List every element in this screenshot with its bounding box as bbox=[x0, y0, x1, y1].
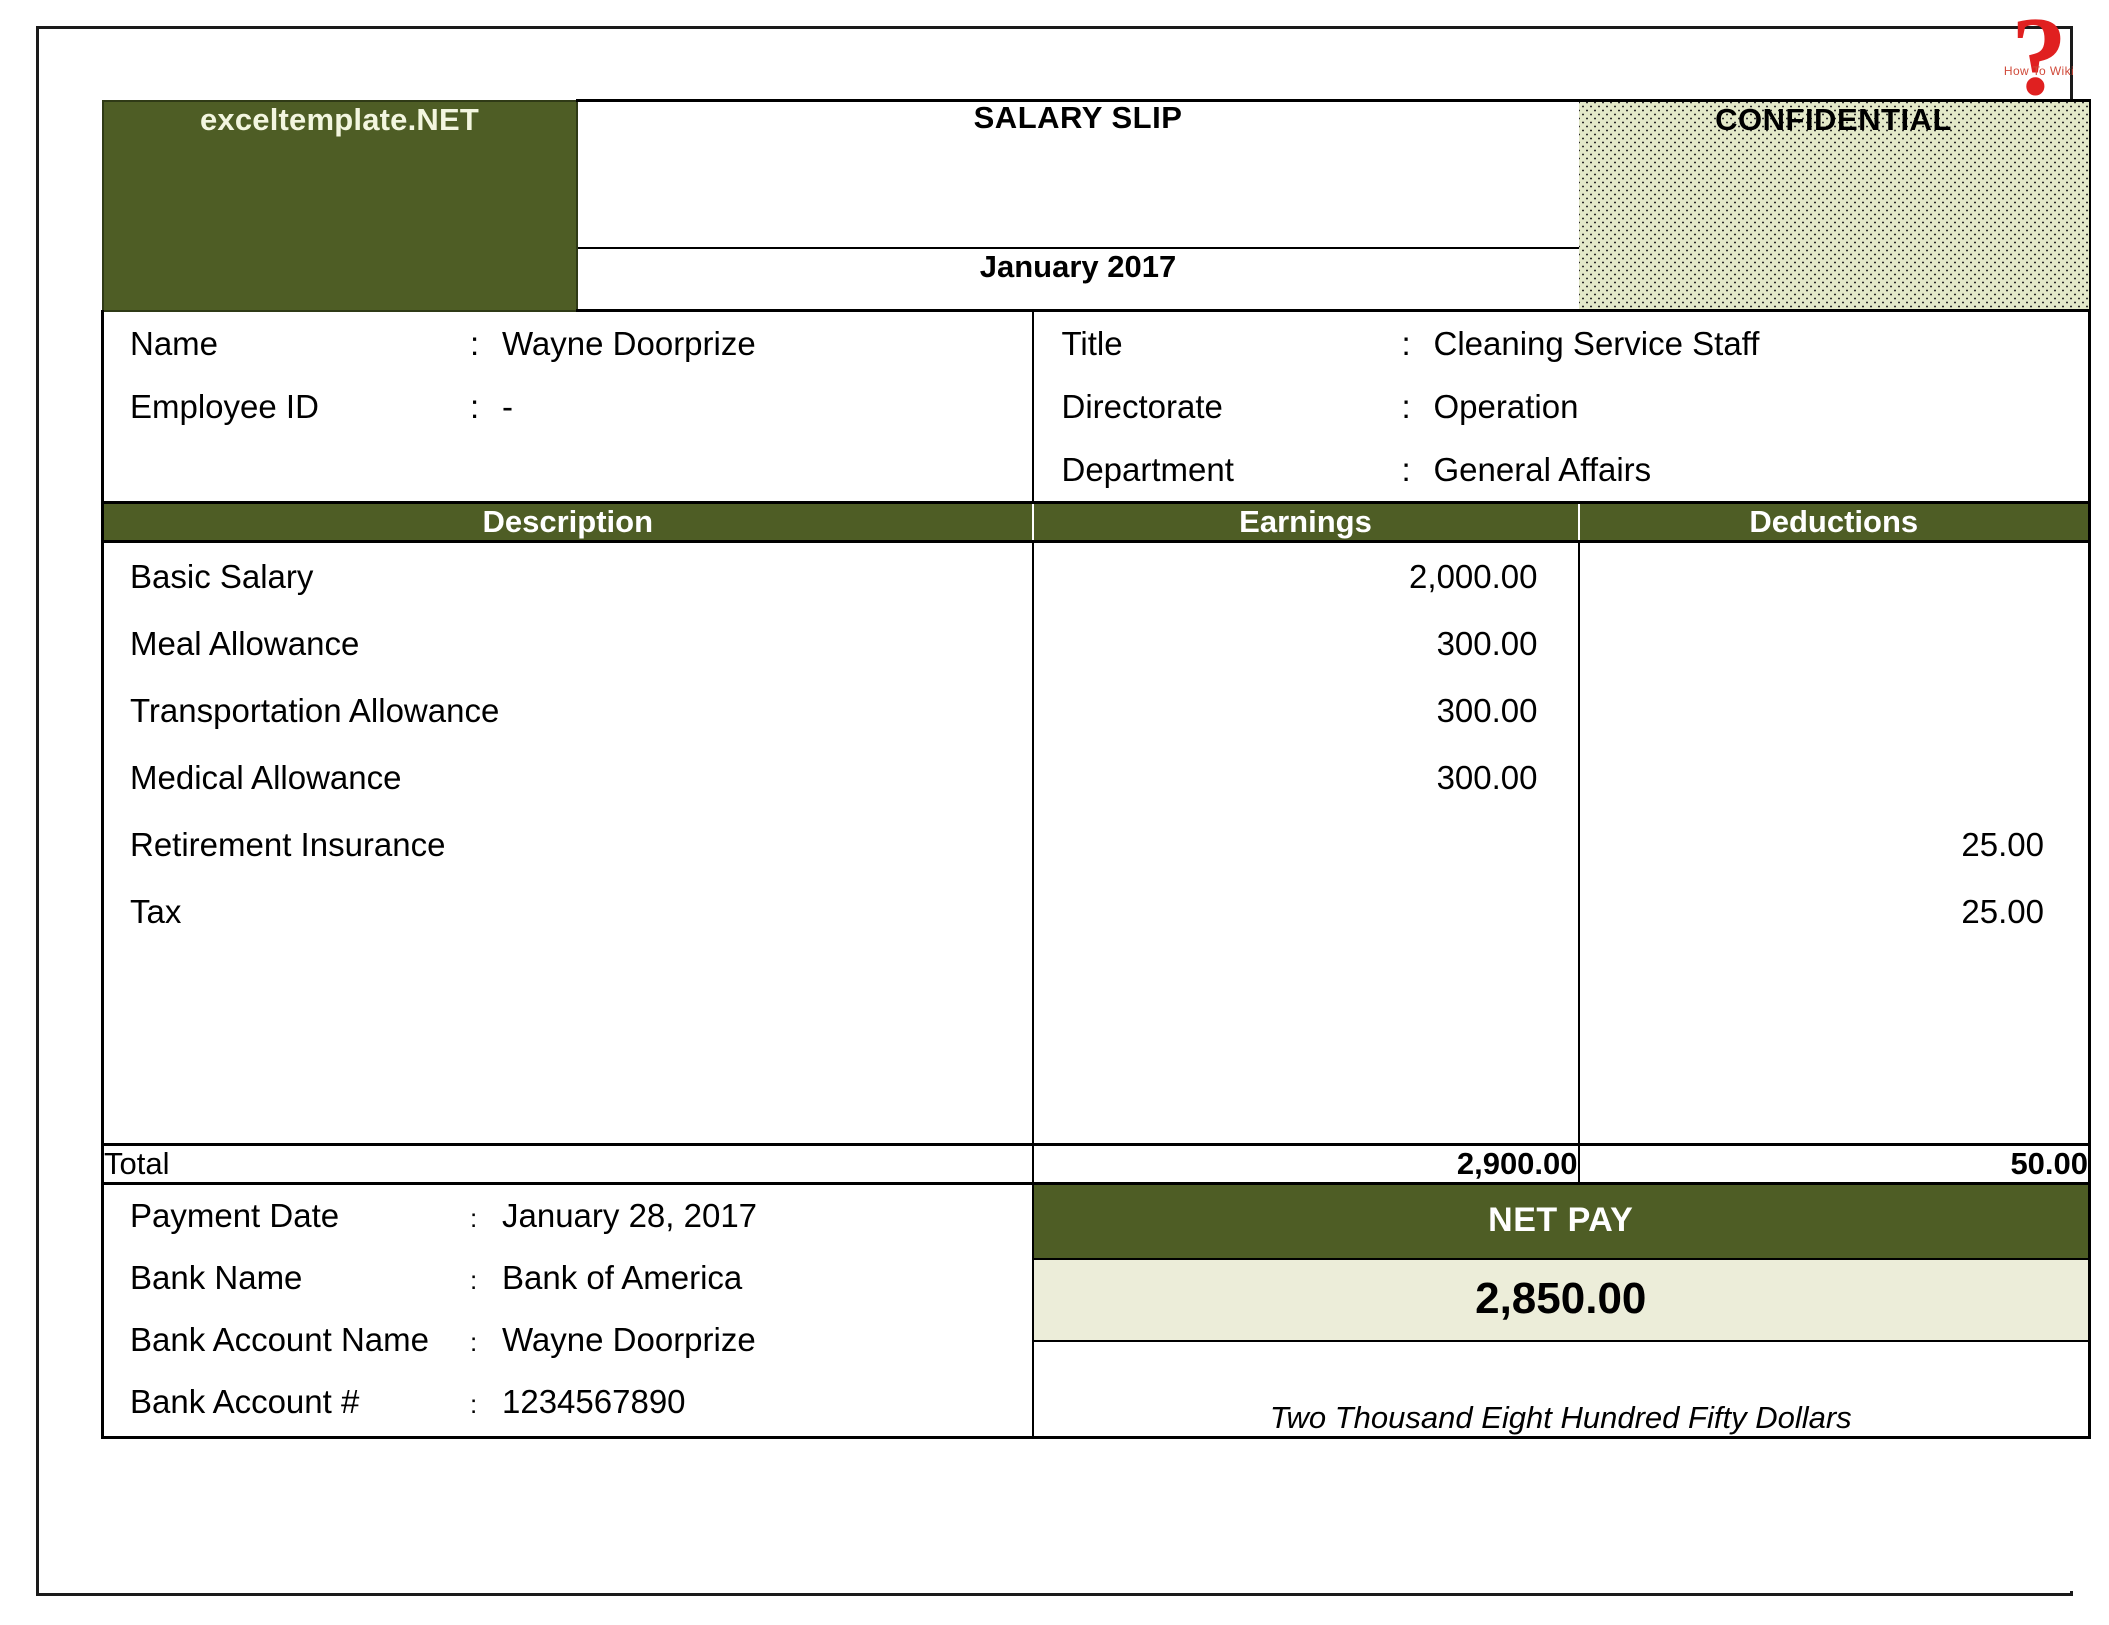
document-page-frame: exceltemplate.NET SALARY SLIP CONFIDENTI… bbox=[36, 26, 2092, 1596]
info-colon: : bbox=[1401, 388, 1411, 426]
info-label: Directorate bbox=[1061, 388, 1223, 426]
net-pay-title: NET PAY bbox=[1033, 1185, 2089, 1259]
info-value-title: Cleaning Service Staff bbox=[1433, 325, 1760, 362]
info-colon: : bbox=[1401, 325, 1411, 362]
column-header-earnings: Earnings bbox=[1032, 502, 1580, 544]
column-header-description: Description bbox=[101, 502, 1034, 544]
info-label: Title bbox=[1061, 325, 1123, 362]
info-value-department: General Affairs bbox=[1433, 451, 1652, 489]
table-cell-earnings bbox=[1034, 811, 1578, 878]
footer-row: Payment Date : January 28, 2017 Bank Nam… bbox=[101, 1183, 2092, 1440]
info-colon: : bbox=[470, 325, 480, 362]
table-row: Meal Allowance bbox=[130, 625, 360, 663]
confidential-badge: CONFIDENTIAL bbox=[1578, 99, 2091, 312]
payment-label: Bank Account Name bbox=[130, 1321, 429, 1359]
employee-info-row: Name : Wayne Doorprize Employee ID : - T… bbox=[101, 310, 2092, 505]
net-pay-section: NET PAY 2,850.00 Two Thousand Eight Hund… bbox=[1032, 1183, 2092, 1440]
table-row: Tax bbox=[130, 893, 182, 931]
payment-row-date: Payment Date : January 28, 2017 bbox=[104, 1185, 1032, 1247]
payment-colon: : bbox=[470, 1203, 478, 1234]
net-pay-amount-in-words: Two Thousand Eight Hundred Fifty Dollars bbox=[1269, 1400, 1852, 1436]
payment-value-account-number: 1234567890 bbox=[502, 1383, 686, 1421]
info-value-directorate: Operation bbox=[1433, 388, 1579, 426]
line-items-earnings-column: 2,000.00 300.00 300.00 300.00 bbox=[1032, 541, 1580, 1145]
employee-info-right: Title : Cleaning Service Staff Directora… bbox=[1032, 310, 2092, 505]
info-colon: : bbox=[1401, 451, 1411, 489]
payment-value-account-name: Wayne Doorprize bbox=[502, 1321, 756, 1359]
info-value-employee-id: - bbox=[502, 388, 513, 426]
info-row-employee-id: Employee ID : - bbox=[104, 375, 1032, 438]
table-cell-deductions bbox=[1580, 610, 2089, 677]
table-cell-earnings: 300.00 bbox=[1436, 692, 1538, 730]
line-items-deductions-column: 25.00 25.00 bbox=[1578, 541, 2092, 1145]
info-label: Name bbox=[130, 325, 219, 362]
table-row: Retirement Insurance bbox=[130, 826, 446, 864]
salary-slip: exceltemplate.NET SALARY SLIP CONFIDENTI… bbox=[101, 99, 2092, 1591]
table-row: Medical Allowance bbox=[130, 759, 402, 797]
payment-label: Bank Account # bbox=[130, 1383, 360, 1421]
total-deductions: 50.00 bbox=[1578, 1143, 2092, 1186]
column-header-deductions: Deductions bbox=[1578, 502, 2092, 544]
payment-label: Payment Date bbox=[130, 1197, 340, 1235]
payment-label: Bank Name bbox=[130, 1259, 303, 1297]
info-row-title: Title : Cleaning Service Staff bbox=[1034, 312, 2089, 375]
table-cell-earnings: 2,000.00 bbox=[1409, 558, 1538, 596]
payment-row-account-name: Bank Account Name : Wayne Doorprize bbox=[104, 1309, 1032, 1371]
table-cell-earnings: 300.00 bbox=[1436, 759, 1538, 797]
info-value-name: Wayne Doorprize bbox=[502, 325, 756, 362]
info-label: Employee ID bbox=[130, 388, 319, 426]
company-logo: exceltemplate.NET bbox=[101, 99, 578, 312]
total-label: Total bbox=[101, 1143, 1034, 1186]
table-row: Basic Salary bbox=[130, 558, 314, 596]
total-earnings: 2,900.00 bbox=[1032, 1143, 1580, 1186]
table-cell-deductions: 25.00 bbox=[1961, 893, 2045, 931]
line-items-description-column: Basic Salary Meal Allowance Transportati… bbox=[101, 541, 1034, 1145]
table-cell-deductions bbox=[1580, 744, 2089, 811]
table-cell-earnings bbox=[1034, 878, 1578, 945]
line-items-row: Basic Salary Meal Allowance Transportati… bbox=[101, 541, 2092, 1145]
info-colon: : bbox=[470, 388, 480, 426]
payment-colon: : bbox=[470, 1389, 478, 1420]
info-row-directorate: Directorate : Operation bbox=[1034, 375, 2089, 438]
table-row: Transportation Allowance bbox=[130, 692, 500, 730]
payment-colon: : bbox=[470, 1327, 478, 1358]
table-header-row: Description Earnings Deductions bbox=[101, 502, 2092, 544]
payment-details: Payment Date : January 28, 2017 Bank Nam… bbox=[101, 1183, 1034, 1440]
payment-row-account-number: Bank Account # : 1234567890 bbox=[104, 1371, 1032, 1433]
payment-value-bank-name: Bank of America bbox=[502, 1259, 743, 1297]
table-cell-deductions bbox=[1580, 543, 2089, 610]
info-row-department: Department : General Affairs bbox=[1034, 438, 2089, 501]
payment-colon: : bbox=[470, 1265, 478, 1296]
salary-slip-table: exceltemplate.NET SALARY SLIP CONFIDENTI… bbox=[101, 99, 2092, 1440]
total-row: Total 2,900.00 50.00 bbox=[101, 1143, 2092, 1186]
net-pay-amount: 2,850.00 bbox=[1033, 1258, 2089, 1343]
employee-info-left: Name : Wayne Doorprize Employee ID : - bbox=[101, 310, 1034, 505]
header-row-title: exceltemplate.NET SALARY SLIP CONFIDENTI… bbox=[101, 99, 2091, 312]
payment-value-date: January 28, 2017 bbox=[502, 1197, 758, 1235]
table-cell-deductions bbox=[1580, 677, 2089, 744]
info-label: Department bbox=[1061, 451, 1234, 489]
table-cell-deductions: 25.00 bbox=[1961, 826, 2045, 864]
table-cell-earnings: 300.00 bbox=[1436, 625, 1538, 663]
info-row-name: Name : Wayne Doorprize bbox=[104, 312, 1032, 375]
payment-row-bank-name: Bank Name : Bank of America bbox=[104, 1247, 1032, 1309]
pay-period: January 2017 bbox=[576, 248, 1579, 312]
page-title: SALARY SLIP bbox=[576, 99, 1579, 249]
